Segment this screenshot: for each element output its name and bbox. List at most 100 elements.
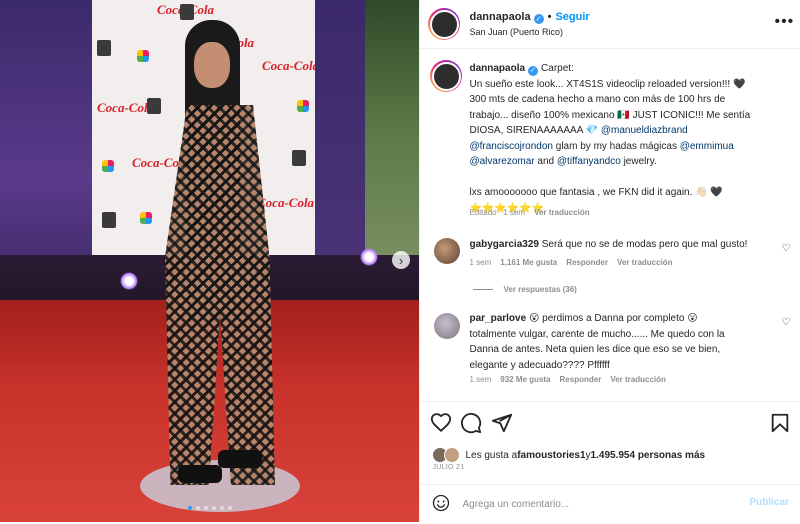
caption-line: 300 mts de cadena hecho a mano con más d…: [469, 94, 726, 105]
univision-logo: [297, 100, 309, 112]
likes-summary: Les gusta a famoustories1 y 1.495.954 pe…: [432, 447, 705, 463]
mention-link[interactable]: @franciscojrondon: [469, 141, 553, 152]
caption-meta: Editado · 1 sem Ver traducción: [469, 208, 598, 217]
timestamp[interactable]: 1 sem: [503, 208, 525, 217]
carousel-dot: [203, 506, 208, 510]
comment-line: elegante y adecuado???? Pffffff: [469, 359, 610, 371]
bookmark-icon[interactable]: [769, 412, 791, 434]
like-comment-heart-icon[interactable]: ♡: [781, 243, 791, 254]
chevron-right-icon[interactable]: ›: [392, 251, 410, 269]
sponsor-tile: [292, 150, 306, 166]
avatar[interactable]: [434, 238, 461, 264]
username-link[interactable]: dannapaola: [469, 11, 530, 23]
face: [194, 42, 230, 88]
separator-dot: ·: [498, 208, 502, 217]
caption-fragment: jewelry.: [620, 156, 657, 167]
instagram-post: Coca-Cola Coca-Cola Coca-Cola Coca-Cola …: [0, 0, 800, 522]
caption-line: Un sueño este look... XT4S1S videoclip r…: [469, 78, 746, 90]
comment-meta: 1 sem 932 Me gusta Responder Ver traducción: [469, 375, 674, 384]
comment-meta: 1 sem 1,161 Me gusta Responder Ver traducci…: [469, 258, 681, 267]
comment-body: Será que no se de modas pero que mal gus…: [541, 239, 748, 250]
caption-line: Carpet:: [541, 63, 574, 74]
follow-button[interactable]: Seguir: [555, 11, 589, 23]
translate-button[interactable]: Ver traducción: [534, 208, 590, 217]
mention-link[interactable]: @emmimua: [680, 141, 734, 152]
share-icon[interactable]: [491, 412, 513, 434]
carousel-dot: [195, 506, 200, 510]
carousel-dot: [211, 506, 216, 510]
likes-count[interactable]: 1.495.954 personas más: [591, 450, 706, 461]
sponsor-tile: [147, 98, 161, 114]
heart-icon[interactable]: [430, 412, 452, 434]
view-replies-button[interactable]: Ver respuestas (36): [473, 285, 577, 294]
person-figure: [160, 20, 280, 490]
caption-username[interactable]: dannapaola: [469, 63, 525, 74]
univision-logo: [140, 212, 152, 224]
carousel-dot: [227, 506, 232, 510]
univision-logo: [137, 50, 149, 62]
post-side-panel: dannapaola ✓ • Seguir San Juan (Puerto Rico…: [419, 0, 800, 522]
caption-fragment: glam by my hadas mágicas: [553, 140, 680, 152]
sponsor-tile: [97, 40, 111, 56]
header-username-row: dannapaola ✓ • Seguir: [469, 11, 590, 24]
caption-line: DIOSA, SIRENAAAAAAA 💎: [469, 125, 599, 136]
comment-text: par_parlove 😮 perdimos a Danna por compl…: [469, 311, 774, 373]
carousel-dot: [187, 506, 192, 510]
avatar[interactable]: [428, 8, 461, 40]
comments-section: dannapaola ✓ Carpet: Un sueño este look...…: [420, 49, 800, 401]
comment-icon[interactable]: [460, 412, 482, 434]
comment-composer: Publicar: [420, 484, 800, 524]
separator-dot: •: [547, 11, 552, 23]
shoe: [178, 465, 222, 483]
comment-likes[interactable]: 932 Me gusta: [500, 375, 550, 384]
mention-link[interactable]: @manueldiazbrand: [601, 125, 688, 136]
emoji-icon[interactable]: [432, 494, 450, 512]
comment-likes[interactable]: 1,161 Me gusta: [500, 258, 557, 267]
like-comment-heart-icon[interactable]: ♡: [781, 317, 791, 328]
sponsor-tile: [180, 4, 194, 20]
caption-avatar[interactable]: [430, 60, 463, 92]
reply-button[interactable]: Responder: [566, 258, 608, 267]
more-horizontal-icon[interactable]: •••: [774, 13, 794, 31]
post-header: dannapaola ✓ • Seguir San Juan (Puerto Rico…: [420, 0, 800, 49]
caption-line: trabajo... diseño 100% mexicano 🇲🇽 JUST …: [469, 109, 751, 121]
timestamp[interactable]: 1 sem: [469, 375, 491, 384]
liker-avatar: [444, 447, 461, 463]
post-date[interactable]: JULIO 21: [432, 464, 464, 471]
shoe: [218, 450, 262, 468]
caption-text: dannapaola ✓ Carpet: Un sueño este look...…: [469, 61, 789, 216]
translate-button[interactable]: Ver traducción: [617, 258, 673, 267]
liker-username[interactable]: famoustories1: [517, 450, 585, 461]
view-replies-label: Ver respuestas (36): [503, 285, 577, 294]
comment-text: gabygarcia329 Será que no se de modas pe…: [469, 237, 769, 253]
comment-username[interactable]: par_parlove: [469, 313, 526, 324]
mention-link[interactable]: @tiffanyandco: [557, 156, 621, 167]
divider-line: [473, 289, 494, 291]
coca-cola-logo: Coca-Cola: [97, 100, 155, 115]
comment-line: Danna de antes. Neta quien les dice que …: [469, 344, 721, 355]
publish-button[interactable]: Publicar: [749, 497, 788, 508]
stage-light: [360, 248, 378, 266]
verified-badge-icon: ✓: [528, 65, 539, 76]
stage-light: [120, 272, 138, 290]
chain-dress: [165, 105, 275, 485]
verified-badge-icon: ✓: [533, 14, 544, 24]
comment-line: totalmente vulgar, carente de mucho.....…: [469, 328, 725, 340]
comment-input[interactable]: [460, 494, 745, 514]
comment-username[interactable]: gabygarcia329: [469, 239, 539, 250]
caption-fragment: and: [534, 156, 557, 167]
carousel-dot: [219, 506, 224, 510]
post-actions: Les gusta a famoustories1 y 1.495.954 pe…: [420, 401, 800, 523]
carousel-dots: [0, 506, 419, 510]
avatar[interactable]: [434, 313, 461, 339]
timestamp[interactable]: 1 sem: [469, 258, 491, 267]
location-link[interactable]: San Juan (Puerto Rico): [469, 27, 563, 37]
mention-link[interactable]: @alvarezomar: [469, 156, 534, 167]
post-photo[interactable]: Coca-Cola Coca-Cola Coca-Cola Coca-Cola …: [0, 0, 420, 522]
reply-button[interactable]: Responder: [560, 375, 602, 384]
comment-line: 😮 perdimos a Danna por completo 😮: [528, 313, 698, 324]
likes-prefix: Les gusta a: [465, 449, 518, 461]
edited-label: Editado: [469, 208, 497, 217]
caption-line: lxs amooooooo que fantasia , we FKN did …: [469, 187, 723, 198]
translate-button[interactable]: Ver traducción: [610, 375, 666, 384]
